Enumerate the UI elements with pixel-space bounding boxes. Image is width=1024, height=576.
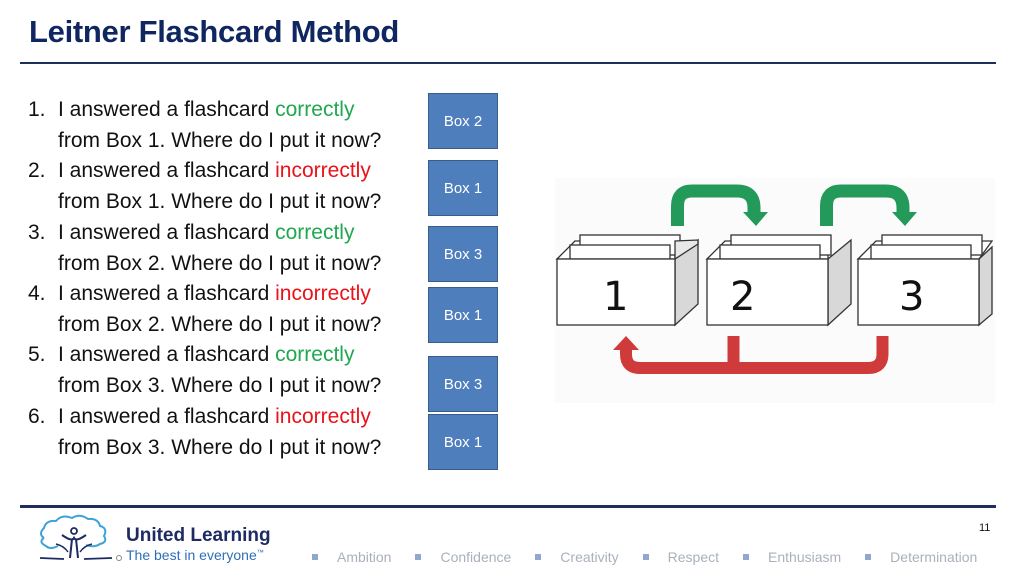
question-number: 1. xyxy=(28,98,46,121)
result-correct: correctly xyxy=(275,98,355,121)
value-label: Determination xyxy=(890,549,978,565)
question-text: from Box 2. Where do I put it now? xyxy=(58,313,382,336)
value-label: Enthusiasm xyxy=(768,549,842,565)
page-number: 11 xyxy=(979,522,991,534)
question-text: I answered a flashcard xyxy=(58,98,276,121)
value-item: Respect xyxy=(642,549,720,565)
leitner-box-3 xyxy=(856,234,994,327)
bullet-icon xyxy=(642,554,649,560)
result-correct: correctly xyxy=(275,221,355,244)
title-divider xyxy=(20,62,996,64)
answer-box-6[interactable]: Box 1 xyxy=(428,414,498,470)
bullet-icon xyxy=(415,554,422,560)
question-text: I answered a flashcard xyxy=(58,405,276,428)
value-item: Confidence xyxy=(415,549,511,565)
bullet-icon xyxy=(535,554,542,560)
question-number: 5. xyxy=(28,343,46,366)
value-label: Ambition xyxy=(337,549,392,565)
bullet-icon xyxy=(312,554,318,560)
leitner-box-label: 2 xyxy=(730,274,755,320)
question-number: 3. xyxy=(28,221,46,244)
leitner-box-label: 3 xyxy=(899,274,924,320)
value-item: Creativity xyxy=(535,549,619,565)
slide-title: Leitner Flashcard Method xyxy=(29,14,400,49)
answer-box-1[interactable]: Box 2 xyxy=(428,93,498,149)
question-number: 4. xyxy=(28,282,46,305)
brand-tagline: The best in everyone™ xyxy=(126,547,264,563)
leitner-diagram: 1 2 3 xyxy=(555,178,995,403)
question-text: I answered a flashcard xyxy=(58,343,276,366)
value-item: Enthusiasm xyxy=(743,549,841,565)
tagline-text: The best in everyone xyxy=(126,547,257,563)
answer-box-2[interactable]: Box 1 xyxy=(428,160,498,216)
bullet-icon xyxy=(865,554,872,560)
value-label: Creativity xyxy=(560,549,619,565)
question-text: from Box 1. Where do I put it now? xyxy=(58,190,382,213)
value-item: Determination xyxy=(865,549,977,565)
question-text: I answered a flashcard xyxy=(58,221,276,244)
answer-box-4[interactable]: Box 1 xyxy=(428,287,498,343)
question-text: I answered a flashcard xyxy=(58,282,276,305)
question-text: from Box 2. Where do I put it now? xyxy=(58,252,382,275)
value-item: Ambition xyxy=(312,549,391,565)
result-incorrect: incorrectly xyxy=(275,405,371,428)
answer-box-3[interactable]: Box 3 xyxy=(428,226,498,282)
leitner-box-2 xyxy=(705,234,852,327)
value-label: Confidence xyxy=(440,549,512,565)
question-number: 2. xyxy=(28,159,46,182)
question-text: from Box 3. Where do I put it now? xyxy=(58,374,382,397)
question-number: 6. xyxy=(28,405,46,428)
question-text: I answered a flashcard xyxy=(58,159,276,182)
result-incorrect: incorrectly xyxy=(275,159,371,182)
bullet-icon xyxy=(743,554,750,560)
result-incorrect: incorrectly xyxy=(275,282,371,305)
question-text: from Box 1. Where do I put it now? xyxy=(58,129,382,152)
brand-name: United Learning xyxy=(126,525,271,546)
values-list: Ambition Confidence Creativity Respect E… xyxy=(312,548,1001,566)
answer-box-5[interactable]: Box 3 xyxy=(428,356,498,412)
trademark: ™ xyxy=(256,549,264,557)
result-correct: correctly xyxy=(275,343,355,366)
footer-divider xyxy=(20,505,996,508)
question-text: from Box 3. Where do I put it now? xyxy=(58,436,382,459)
united-learning-logo-icon xyxy=(39,514,122,561)
value-label: Respect xyxy=(667,549,720,565)
leitner-box-label: 1 xyxy=(603,274,628,320)
